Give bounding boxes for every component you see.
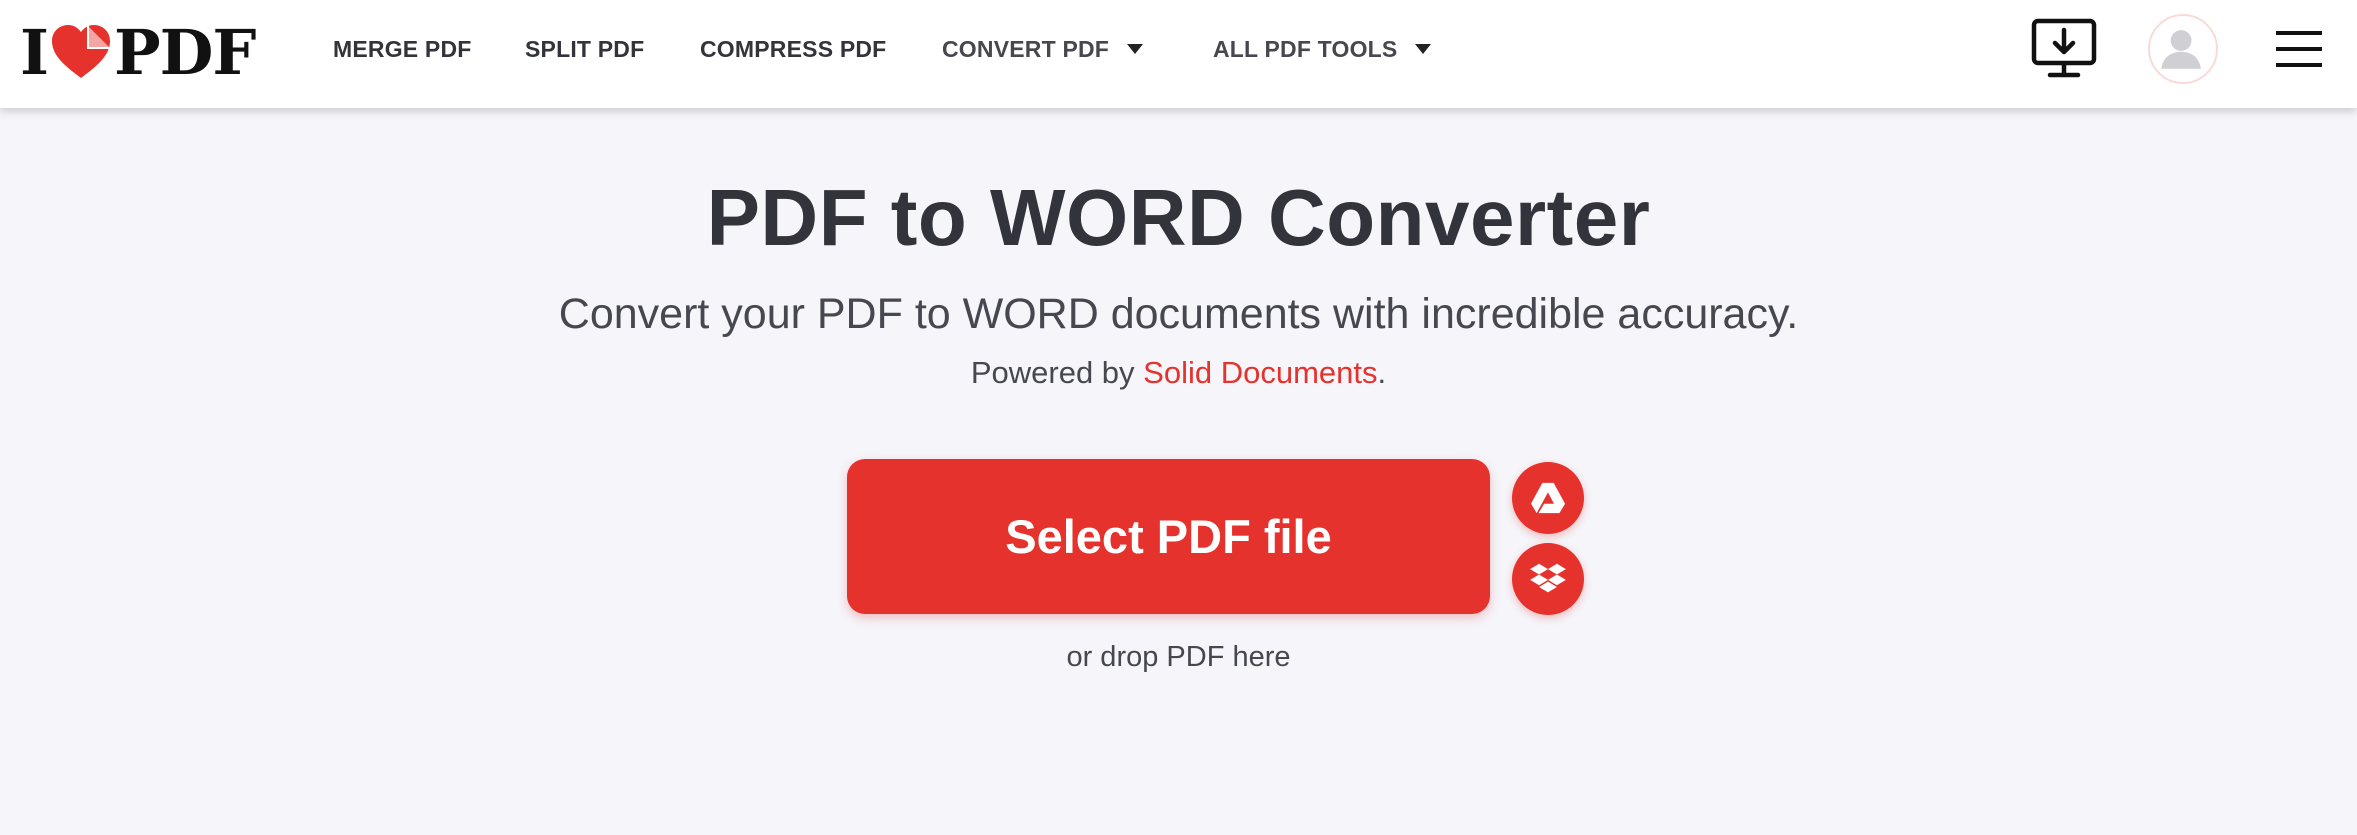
nav-convert-pdf-label: CONVERT PDF	[942, 36, 1110, 62]
powered-by-line: Powered by Solid Documents.	[0, 355, 2357, 391]
heart-icon	[52, 25, 111, 78]
powered-by-suffix: .	[1377, 355, 1387, 390]
powered-by-prefix: Powered by	[970, 355, 1144, 390]
user-avatar[interactable]	[2148, 14, 2218, 84]
page-title: PDF to WORD Converter	[706, 173, 1651, 262]
logo-letter-i: I	[20, 16, 49, 89]
ilovepdf-logo[interactable]: I PDF	[20, 18, 260, 88]
page-subtitle: Convert your PDF to WORD documents with …	[558, 290, 1799, 338]
nav-convert-pdf[interactable]: CONVERT PDF	[942, 36, 1144, 63]
drop-pdf-hint: or drop PDF here	[1066, 641, 1291, 673]
google-drive-icon	[1531, 482, 1565, 514]
desktop-download-icon[interactable]	[2030, 18, 2098, 80]
dropbox-icon	[1530, 563, 1566, 593]
google-drive-button[interactable]	[1512, 462, 1584, 534]
nav-split-pdf[interactable]: SPLIT PDF	[525, 36, 644, 63]
nav-merge-pdf[interactable]: MERGE PDF	[333, 36, 472, 63]
caret-down-icon	[1127, 43, 1144, 54]
nav-compress-pdf[interactable]: COMPRESS PDF	[700, 36, 886, 63]
nav-all-pdf-tools[interactable]: ALL PDF TOOLS	[1213, 36, 1432, 63]
select-pdf-file-button[interactable]: Select PDF file	[847, 459, 1490, 614]
user-avatar-icon	[2161, 30, 2201, 69]
dropbox-button[interactable]	[1512, 543, 1584, 615]
caret-down-icon	[1415, 43, 1432, 54]
logo-pdf-text: PDF	[114, 16, 256, 89]
solid-documents-link[interactable]: Solid Documents	[1143, 355, 1377, 390]
nav-all-pdf-tools-label: ALL PDF TOOLS	[1213, 36, 1398, 62]
top-navigation-bar: I PDF MERGE PDF SPLIT PDF COMPRESS PDF C…	[0, 0, 2357, 108]
hamburger-menu-icon[interactable]	[2274, 28, 2324, 70]
